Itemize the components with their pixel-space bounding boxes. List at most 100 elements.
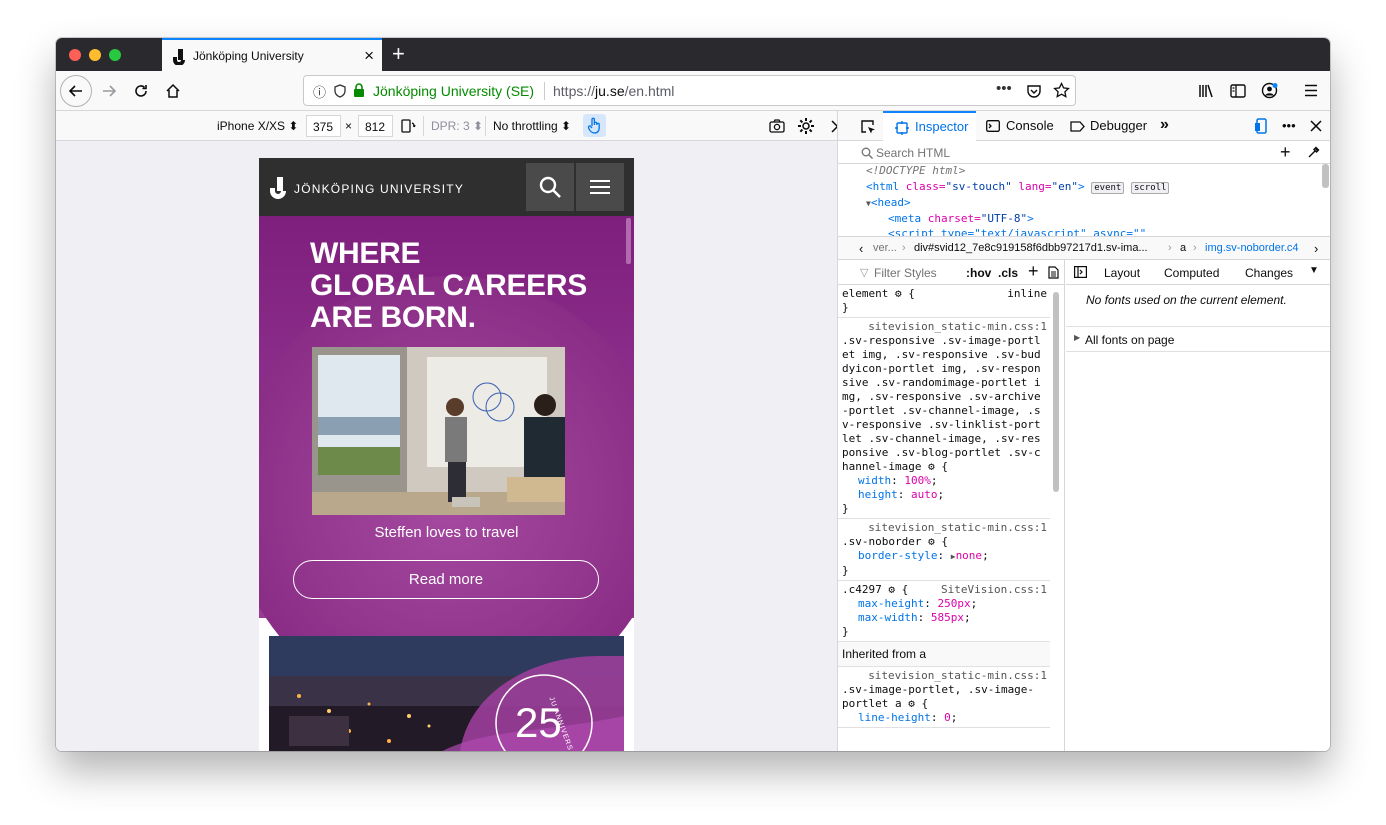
anniversary-banner[interactable]: 25 JU ANNIVERSARY 19 — [269, 636, 624, 751]
breadcrumb-item[interactable]: a — [1180, 242, 1186, 254]
expand-arrow-icon[interactable]: ▶ — [1074, 333, 1080, 342]
breadcrumb-item-selected[interactable]: img.sv-noborder.c4 — [1205, 242, 1299, 254]
filter-styles-input[interactable]: Filter Styles — [874, 266, 937, 280]
close-window-button[interactable] — [69, 49, 81, 61]
css-value[interactable]: none — [956, 549, 983, 562]
markup-doctype[interactable]: <!DOCTYPE html> — [866, 164, 965, 177]
page-actions-icon[interactable]: ••• — [996, 80, 1012, 97]
settings-gear-icon[interactable] — [797, 117, 815, 135]
brand-name[interactable]: JÖNKÖPING UNIVERSITY — [294, 182, 464, 196]
rules-scrollbar[interactable] — [1053, 292, 1059, 492]
zoom-window-button[interactable] — [109, 49, 121, 61]
bookmark-star-icon[interactable] — [1053, 82, 1070, 99]
css-value[interactable]: 100% — [904, 474, 931, 487]
site-menu-button[interactable] — [576, 163, 624, 211]
eyedropper-icon[interactable] — [1307, 146, 1320, 159]
touch-simulation-button[interactable] — [583, 114, 606, 137]
element-picker-icon[interactable] — [860, 119, 876, 135]
responsive-mode-icon[interactable] — [1254, 118, 1270, 134]
read-more-button[interactable]: Read more — [293, 560, 599, 599]
screenshot-camera-icon[interactable] — [769, 119, 785, 133]
hamburger-menu-icon[interactable] — [1304, 84, 1318, 97]
tab-debugger[interactable]: Debugger — [1068, 111, 1153, 141]
rule-source[interactable]: sitevision_static-min.css:1 — [842, 669, 1047, 683]
css-property[interactable]: height — [858, 488, 898, 501]
more-tabs-dropdown-icon[interactable]: ▼ — [1309, 265, 1319, 276]
breadcrumb-left-icon[interactable]: ‹ — [859, 241, 863, 256]
dpr-selector[interactable]: DPR: 3 ⬍ — [431, 119, 483, 133]
scroll-badge[interactable]: scroll — [1130, 182, 1170, 194]
forward-button[interactable] — [94, 76, 124, 106]
search-html-input[interactable]: Search HTML — [876, 146, 950, 160]
add-node-icon[interactable]: + — [1280, 142, 1291, 163]
new-tab-button[interactable]: + — [392, 41, 405, 67]
rule-image-portlet-a[interactable]: sitevision_static-min.css:1 .sv-image-po… — [838, 667, 1050, 728]
css-property[interactable]: max-height — [858, 597, 924, 610]
css-value[interactable]: 250px — [937, 597, 970, 610]
markup-scrollbar[interactable] — [1322, 164, 1329, 188]
device-selector[interactable]: iPhone X/XS ⬍ — [217, 119, 298, 133]
close-devtools-icon[interactable] — [1310, 120, 1322, 132]
rotate-viewport-icon[interactable] — [400, 118, 416, 134]
css-property[interactable]: line-height — [858, 711, 931, 724]
class-toggle[interactable]: .cls — [998, 266, 1018, 280]
library-icon[interactable] — [1198, 83, 1215, 99]
pocket-icon[interactable] — [1026, 83, 1042, 99]
rule-element[interactable]: element ⚙ {inline } — [838, 285, 1050, 318]
ju-logo-icon[interactable] — [269, 177, 287, 199]
account-icon[interactable] — [1261, 82, 1278, 99]
page-scrollbar[interactable] — [626, 218, 631, 264]
toggle-pane-icon[interactable] — [1074, 266, 1087, 278]
back-button[interactable] — [60, 75, 92, 107]
breadcrumb-item[interactable]: ver... — [873, 242, 897, 254]
css-value[interactable]: auto — [911, 488, 938, 501]
css-value[interactable]: 585px — [931, 611, 964, 624]
markup-head-node[interactable]: ▼<head> — [866, 196, 911, 209]
rule-noborder[interactable]: sitevision_static-min.css:1 .sv-noborder… — [838, 519, 1050, 581]
more-tabs-chevron-icon[interactable]: » — [1160, 116, 1169, 134]
all-fonts-section[interactable]: ▶ All fonts on page — [1066, 326, 1330, 352]
rule-image-portlet[interactable]: sitevision_static-min.css:1 .sv-responsi… — [838, 318, 1050, 519]
home-button[interactable] — [158, 76, 188, 106]
tab-inspector[interactable]: Inspector — [883, 111, 976, 141]
markup-meta-node[interactable]: <meta charset="UTF-8"> — [888, 212, 1034, 225]
minimize-window-button[interactable] — [89, 49, 101, 61]
reload-button[interactable] — [126, 76, 156, 106]
site-search-button[interactable] — [526, 163, 574, 211]
search-icon — [539, 176, 561, 198]
rule-source[interactable]: SiteVision.css:1 — [941, 583, 1047, 597]
rule-source[interactable]: sitevision_static-min.css:1 — [842, 521, 1047, 535]
breadcrumb-right-icon[interactable]: › — [1314, 241, 1318, 256]
rule-c4297[interactable]: .c4297 ⚙ {SiteVision.css:1 max-height: 2… — [838, 581, 1050, 642]
hover-state-toggle[interactable]: :hov — [966, 266, 991, 280]
url-bar[interactable]: ⓘ Jönköping University (SE) https://ju.s… — [303, 75, 1076, 106]
tab-changes[interactable]: Changes — [1245, 266, 1293, 280]
tab-computed[interactable]: Computed — [1164, 266, 1219, 280]
rule-source[interactable]: sitevision_static-min.css:1 — [842, 320, 1047, 334]
css-property[interactable]: border-style — [858, 549, 937, 562]
print-media-icon[interactable] — [1048, 266, 1059, 279]
tab-active[interactable]: Jönköping University × — [162, 38, 382, 71]
markup-script-node[interactable]: <script type="text/javascript" async="" — [888, 227, 1146, 236]
info-icon[interactable]: ⓘ — [313, 82, 326, 101]
css-property[interactable]: width — [858, 474, 891, 487]
sidebar-icon[interactable] — [1230, 83, 1246, 99]
add-rule-icon[interactable]: + — [1028, 261, 1039, 282]
viewport-width-input[interactable]: 375 — [306, 115, 341, 137]
event-badge[interactable]: event — [1091, 182, 1125, 194]
css-value[interactable]: 0 — [944, 711, 951, 724]
breadcrumb-item[interactable]: div#svid12_7e8c919158f6dbb97217d1.sv-ima… — [914, 242, 1148, 254]
site-identity[interactable]: Jönköping University (SE) — [373, 83, 534, 99]
throttling-selector[interactable]: No throttling ⬍ — [493, 119, 571, 133]
hero-photo[interactable] — [312, 347, 565, 515]
close-tab-icon[interactable]: × — [364, 46, 374, 66]
tab-layout[interactable]: Layout — [1104, 266, 1140, 280]
markup-html-node[interactable]: <html class="sv-touch" lang="en"> event … — [866, 180, 1170, 194]
tab-console[interactable]: Console — [984, 111, 1064, 141]
url-text[interactable]: https://ju.se/en.html — [553, 83, 674, 99]
devtools-options-icon[interactable]: ••• — [1282, 118, 1296, 133]
forward-arrow-icon — [103, 85, 117, 97]
viewport-height-input[interactable]: 812 — [358, 115, 393, 137]
tracking-shield-icon[interactable] — [334, 84, 346, 98]
css-property[interactable]: max-width — [858, 611, 918, 624]
